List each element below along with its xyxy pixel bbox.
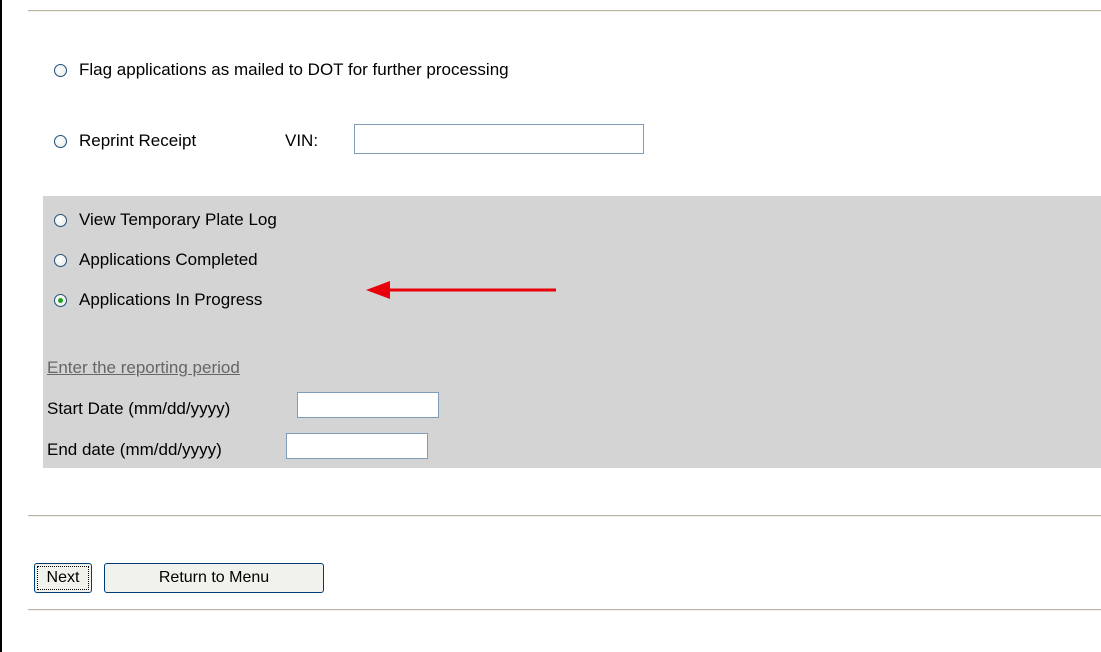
bottom-divider — [28, 609, 1101, 611]
radio-apps-completed[interactable] — [54, 253, 67, 267]
next-button[interactable]: Next — [34, 563, 92, 593]
radio-reprint-receipt[interactable] — [54, 134, 67, 148]
radio-selected-dot — [58, 297, 63, 303]
report-options-panel — [43, 196, 1101, 468]
option-reprint-receipt[interactable]: Reprint Receipt — [54, 131, 196, 151]
reporting-period-heading: Enter the reporting period — [47, 358, 240, 377]
window-left-border — [0, 0, 2, 652]
middle-divider — [28, 515, 1101, 517]
start-date-input[interactable] — [297, 392, 439, 418]
return-to-menu-button[interactable]: Return to Menu — [104, 563, 324, 593]
option-flag-mailed-label: Flag applications as mailed to DOT for f… — [79, 60, 509, 79]
start-date-label: Start Date (mm/dd/yyyy) — [47, 399, 231, 418]
red-arrow-annotation — [366, 281, 556, 299]
vin-label: VIN: — [285, 131, 319, 150]
option-view-plate-log-label: View Temporary Plate Log — [79, 210, 277, 229]
radio-flag-mailed[interactable] — [54, 63, 67, 77]
option-apps-in-progress[interactable]: Applications In Progress — [54, 290, 262, 310]
option-apps-completed[interactable]: Applications Completed — [54, 250, 258, 270]
end-date-label: End date (mm/dd/yyyy) — [47, 440, 222, 459]
option-view-plate-log[interactable]: View Temporary Plate Log — [54, 210, 277, 230]
radio-view-plate-log[interactable] — [54, 213, 67, 227]
top-divider — [28, 10, 1101, 12]
option-flag-mailed[interactable]: Flag applications as mailed to DOT for f… — [54, 60, 509, 80]
option-apps-in-progress-label: Applications In Progress — [79, 290, 263, 309]
vin-input[interactable] — [354, 124, 644, 154]
radio-apps-in-progress[interactable] — [54, 293, 67, 307]
end-date-input[interactable] — [286, 433, 428, 459]
option-apps-completed-label: Applications Completed — [79, 250, 258, 269]
option-reprint-receipt-label: Reprint Receipt — [79, 131, 197, 150]
arrow-head — [366, 281, 390, 299]
